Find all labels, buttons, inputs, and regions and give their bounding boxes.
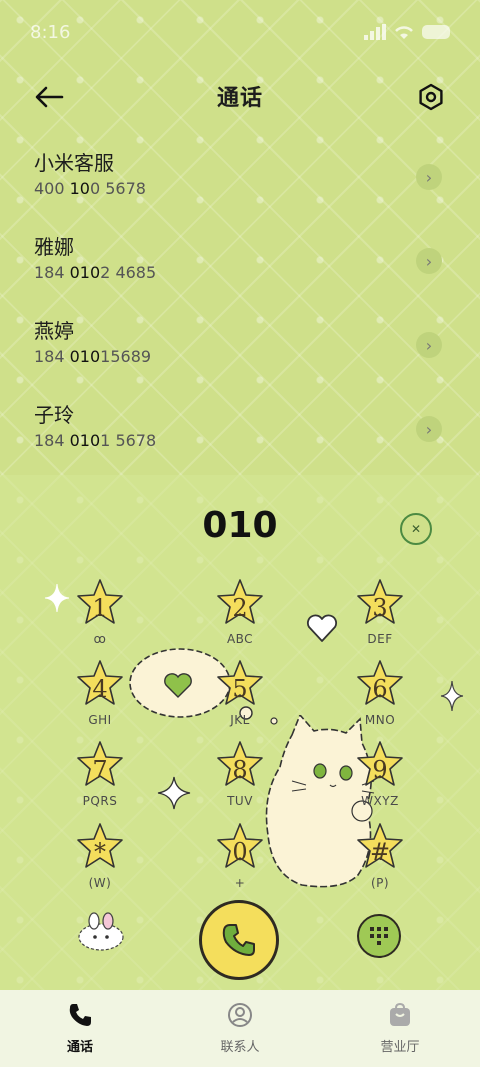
- bunny-icon: [78, 912, 124, 951]
- key-star[interactable]: * (W): [60, 822, 140, 902]
- phone-icon: [69, 1004, 91, 1026]
- key-4[interactable]: 4 GHI: [60, 659, 140, 739]
- contact-number: 184 01015689: [34, 347, 152, 366]
- contact-number: 400 100 5678: [34, 179, 146, 198]
- contacts-icon: [228, 1003, 252, 1027]
- key-3[interactable]: 3 DEF: [340, 578, 420, 658]
- back-arrow-icon: [35, 86, 64, 108]
- key-5[interactable]: 5 JKL: [200, 659, 280, 739]
- nav-label: 营业厅: [380, 1040, 420, 1055]
- contact-name: 雅娜: [34, 235, 74, 259]
- chevron-right-icon[interactable]: ›: [416, 416, 442, 442]
- sparkle-icon: [157, 776, 191, 810]
- contact-number: 184 0101 5678: [34, 431, 157, 450]
- header: 通话: [0, 64, 480, 128]
- contact-row[interactable]: 雅娜 184 0102 4685 ›: [0, 214, 480, 298]
- dialpad-icon: [370, 927, 388, 945]
- contact-name: 小米客服: [34, 151, 114, 175]
- delete-button[interactable]: ✕: [400, 513, 432, 545]
- back-button[interactable]: [30, 78, 68, 116]
- battery-icon: [422, 25, 450, 39]
- status-time: 8:16: [30, 21, 71, 43]
- sparkle-icon: [440, 680, 464, 712]
- phone-icon: [222, 924, 255, 956]
- key-7[interactable]: 7 PQRS: [60, 740, 140, 820]
- chevron-right-icon[interactable]: ›: [416, 164, 442, 190]
- nav-item-contacts[interactable]: 联系人: [180, 990, 300, 1055]
- bottom-nav: 通话 联系人 营业厅: [0, 990, 480, 1067]
- shop-bag-icon: [390, 1002, 410, 1026]
- contact-name: 子玲: [34, 403, 74, 427]
- status-bar: 8:16: [0, 0, 480, 64]
- nav-label: 联系人: [220, 1040, 260, 1055]
- contact-suggestions: 小米客服 400 100 5678 › 雅娜 184 0102 4685 › 燕…: [0, 130, 480, 466]
- chevron-right-icon[interactable]: ›: [416, 248, 442, 274]
- nav-label: 通话: [66, 1040, 93, 1055]
- contact-number: 184 0102 4685: [34, 263, 157, 282]
- nav-item-calls[interactable]: 通话: [20, 990, 140, 1055]
- key-8[interactable]: 8 TUV: [200, 740, 280, 820]
- close-icon: ✕: [410, 522, 422, 536]
- page-title: 通话: [216, 86, 263, 111]
- key-6[interactable]: 6 MNO: [340, 659, 420, 739]
- call-button[interactable]: [199, 900, 279, 980]
- nav-item-service-hall[interactable]: 营业厅: [340, 990, 460, 1055]
- signal-icon: [364, 24, 386, 40]
- key-2[interactable]: 2 ABC: [200, 578, 280, 658]
- contact-row[interactable]: 燕婷 184 01015689 ›: [0, 298, 480, 382]
- dialer-panel: 010 ✕ 1 ꝏ 2 ABC 3 DEF 4 GHI 5 JKL 6 MNO …: [0, 475, 480, 990]
- contact-row[interactable]: 子玲 184 0101 5678 ›: [0, 382, 480, 466]
- chevron-right-icon[interactable]: ›: [416, 332, 442, 358]
- key-9[interactable]: 9 WXYZ: [340, 740, 420, 820]
- contact-name: 燕婷: [34, 319, 74, 343]
- toggle-keypad-button[interactable]: [357, 914, 401, 958]
- status-icons: [364, 24, 450, 40]
- wifi-icon: [395, 26, 413, 39]
- heart-icon: [306, 614, 338, 642]
- key-0[interactable]: 0 +: [200, 822, 280, 902]
- settings-button[interactable]: [412, 78, 450, 116]
- gear-icon: [419, 83, 443, 111]
- key-hash[interactable]: # (P): [340, 822, 420, 902]
- key-1[interactable]: 1 ꝏ: [60, 578, 140, 658]
- contact-row[interactable]: 小米客服 400 100 5678 ›: [0, 130, 480, 214]
